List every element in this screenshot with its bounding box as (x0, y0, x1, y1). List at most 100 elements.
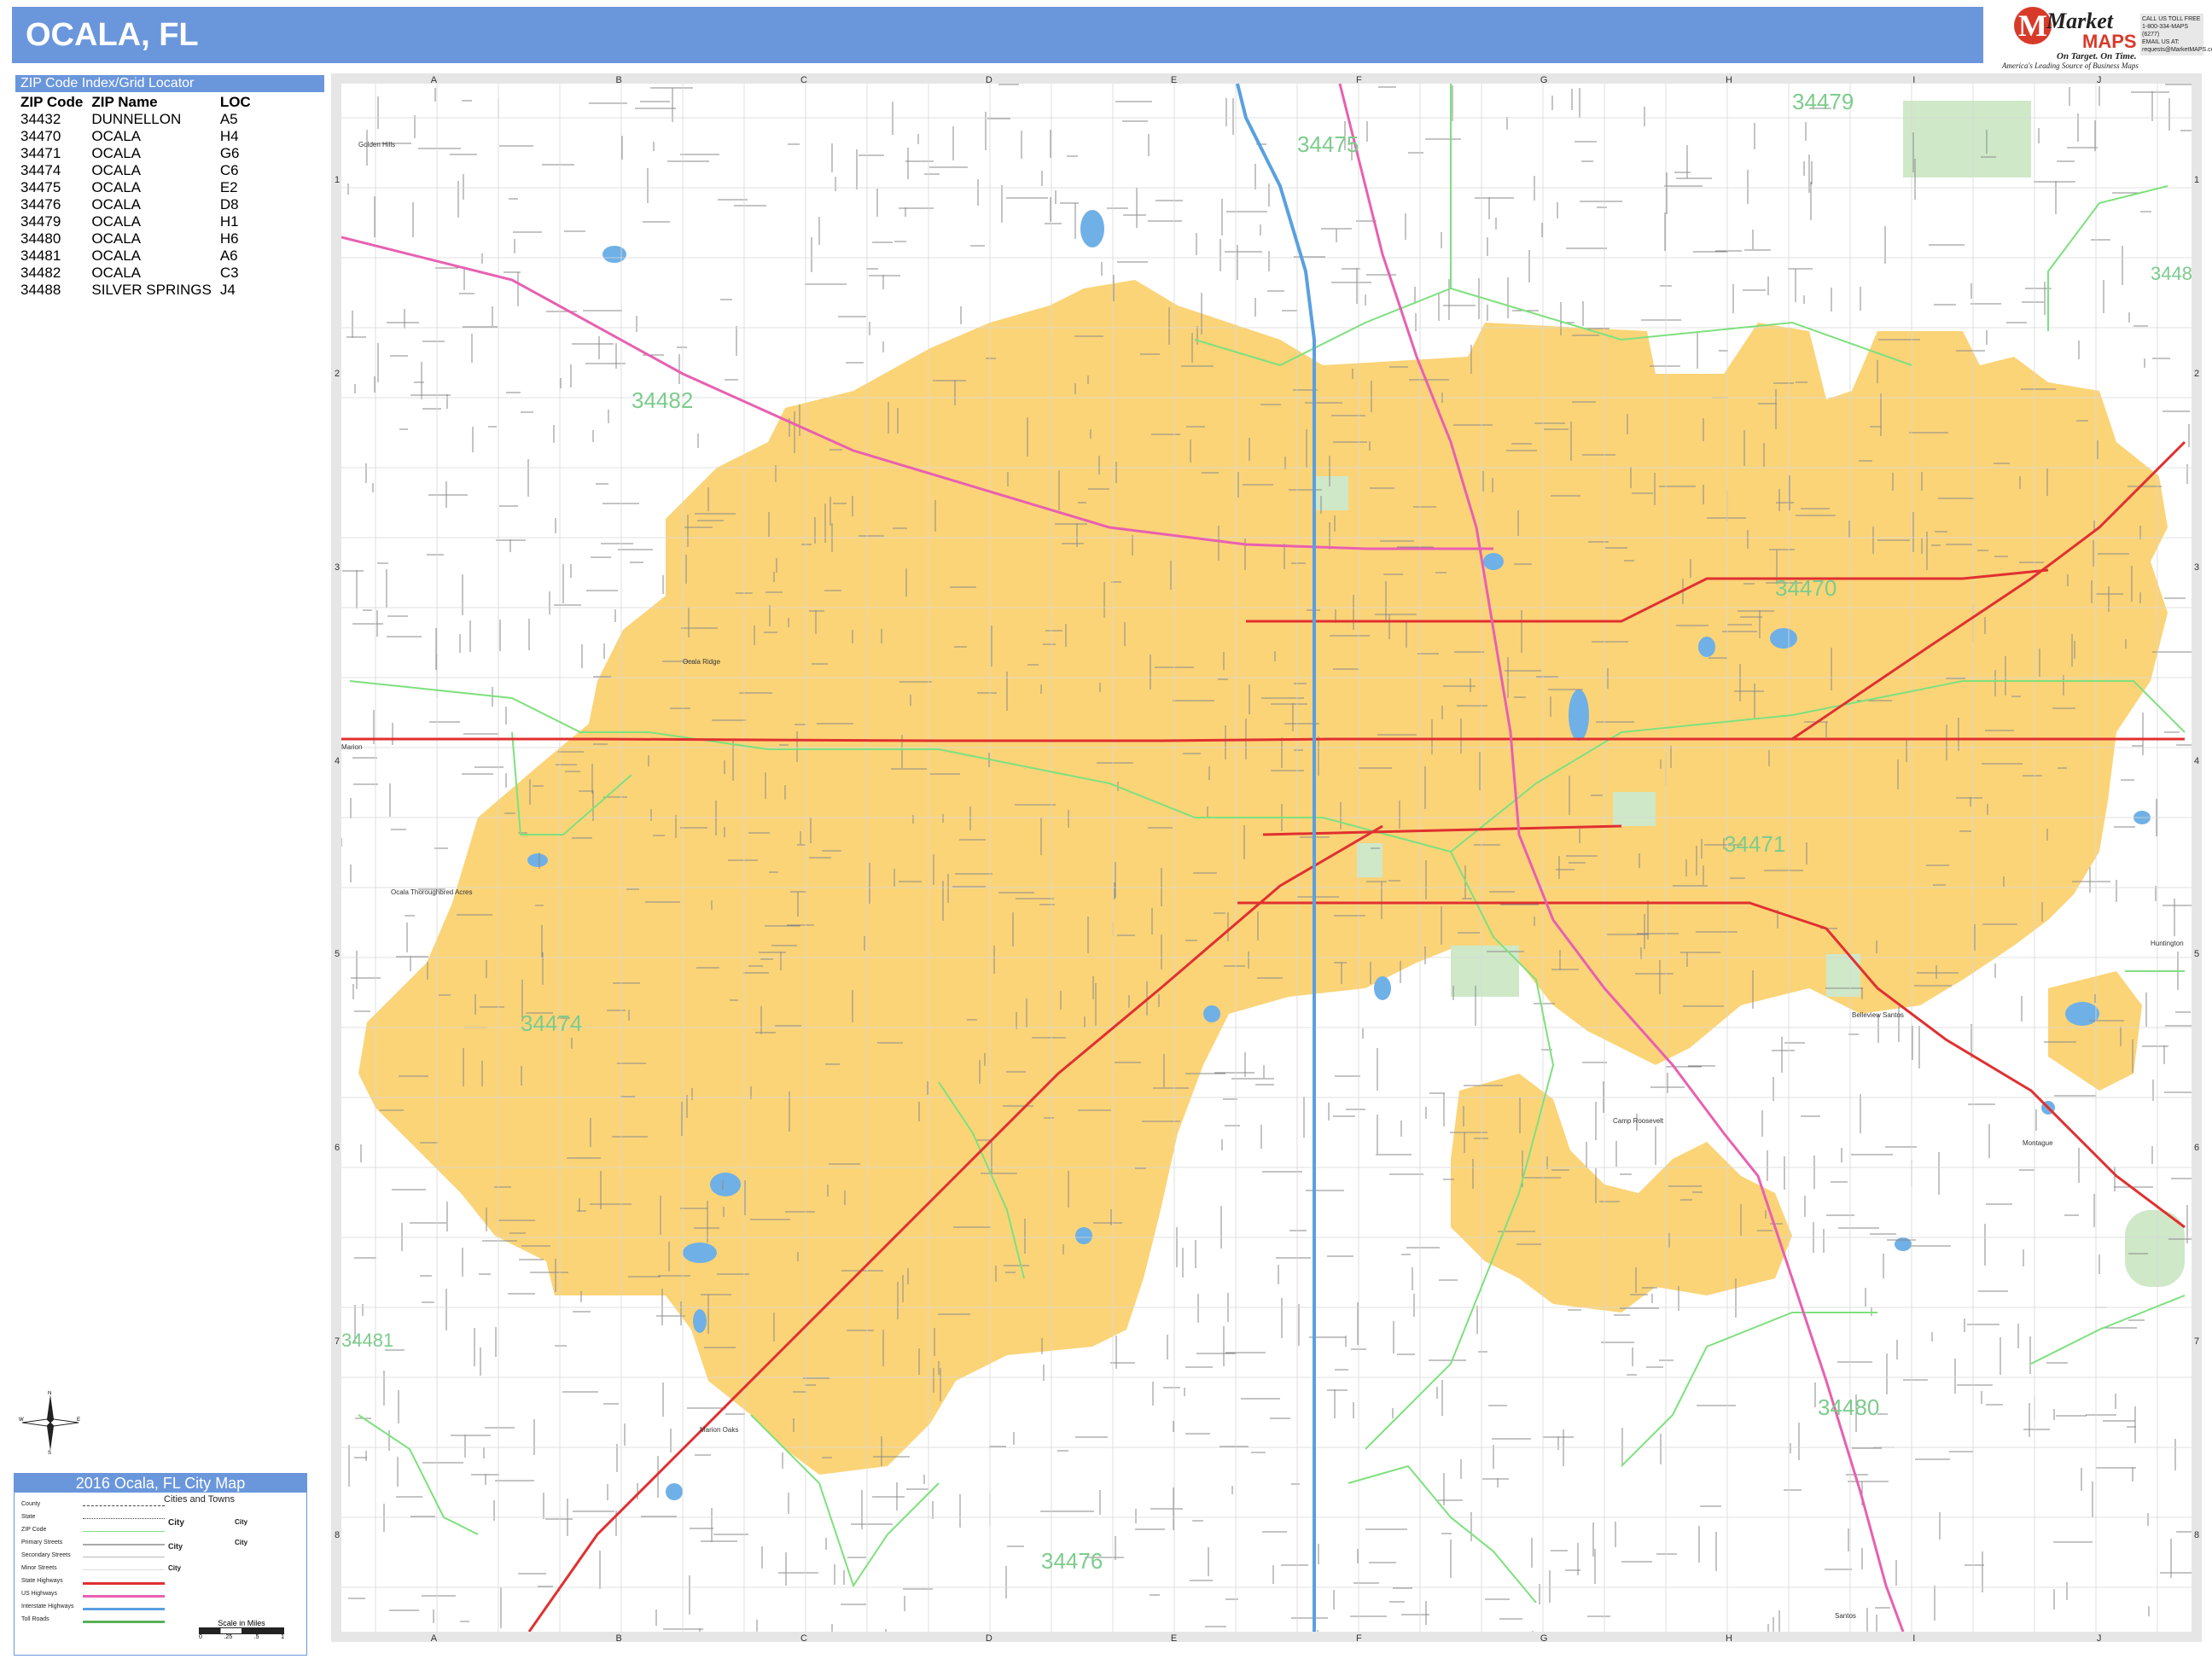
zip-code-cell: 34470 (20, 128, 61, 144)
place-label: Camp Roosevelt (1613, 1117, 1664, 1125)
city-map: 34479 34475 34488 34482 34470 34471 3447… (341, 84, 2192, 1632)
lake (1080, 210, 1104, 247)
city-fill-east (2048, 971, 2142, 1091)
grid-row-label: 1 (2193, 175, 2200, 186)
logo-contact: CALL US TOLL FREE 1-800-334-MAPS (6277) … (2140, 14, 2212, 55)
zip-loc-cell: H1 (219, 213, 239, 230)
city-limits (358, 280, 2168, 1475)
zip-label: 34488 (2151, 263, 2192, 284)
grid-row-label: 4 (2193, 755, 2200, 766)
zip-name-cell: OCALA (91, 265, 142, 281)
zip-index-row: 34488 SILVER SPRINGS J4 (15, 282, 254, 299)
lake (693, 1309, 707, 1333)
zip-code-cell: 34471 (20, 145, 61, 161)
grid-column-label: G (1540, 1633, 1548, 1644)
zip-index-row: 34481 OCALA A6 (15, 247, 254, 265)
zip-loc-cell: D8 (219, 196, 239, 212)
zip-label: 34480 (1818, 1394, 1879, 1420)
grid-column-label: E (1170, 1633, 1178, 1644)
zip-label: 34481 (341, 1330, 393, 1351)
lake (1895, 1237, 1912, 1251)
legend-item-label: ZIP Code (21, 1527, 47, 1533)
zip-index-row: 34432 DUNNELLON A5 (15, 111, 254, 128)
legend-item-symbol (83, 1505, 165, 1506)
zip-boundary (2047, 185, 2168, 331)
lake (666, 1483, 683, 1500)
zip-name-cell: OCALA (91, 128, 142, 144)
place-label: Belleview Santos (1852, 1011, 1904, 1019)
grid-row-label: 3 (2193, 562, 2200, 573)
lake (1698, 637, 1715, 657)
zip-code-cell: 34482 (20, 265, 61, 281)
col-zip-name: ZIP Name (91, 94, 158, 110)
legend-item-symbol (83, 1518, 165, 1519)
zip-index-row: 34480 OCALA H6 (15, 230, 254, 247)
place-label: Marion (341, 743, 362, 751)
legend-item-symbol (83, 1595, 165, 1598)
compass-rose-icon: N S E W (19, 1391, 80, 1454)
place-label: Huntington (2151, 940, 2184, 947)
zip-boundary (2030, 1295, 2186, 1365)
legend-item-symbol (83, 1544, 165, 1545)
compass-s: S (48, 1451, 51, 1454)
grid-column-label: J (2096, 1633, 2102, 1644)
grid-column-label: H (1726, 1633, 1732, 1644)
place-label: Ocala Ridge (683, 658, 721, 666)
park (1613, 792, 1656, 826)
compass-e: E (77, 1417, 80, 1423)
legend-city-sample: City (168, 1564, 182, 1572)
zip-loc-cell: C3 (219, 265, 239, 281)
logo-tagline: America's Leading Source of Business Map… (2002, 61, 2139, 70)
zip-loc-cell: H6 (219, 230, 239, 247)
lake (710, 1173, 741, 1196)
zip-code-cell: 34480 (20, 230, 61, 247)
zip-boundary (1621, 1312, 1877, 1467)
zip-loc-cell: C6 (219, 162, 239, 178)
scale-bar (199, 1627, 284, 1634)
map-title: OCALA, FL (26, 17, 199, 53)
zip-loc-cell: A6 (219, 247, 238, 264)
grid-row-label: 6 (2193, 1143, 2200, 1154)
legend-item-symbol (83, 1621, 165, 1623)
legend-item-symbol (83, 1608, 165, 1610)
contact-line: requests@MarketMAPS.com (2142, 47, 2212, 53)
map-area[interactable]: 34479 34475 34488 34482 34470 34471 3447… (341, 84, 2192, 1632)
legend-item-label: Interstate Highways (21, 1604, 74, 1610)
legend-item-label: State Highways (21, 1578, 63, 1584)
city-fill-area (358, 280, 2168, 1475)
col-loc: LOC (219, 94, 251, 110)
contact-line: EMAIL US AT: (2142, 39, 2180, 45)
compass-w: W (19, 1417, 24, 1423)
scale-title: Scale in Miles (218, 1619, 265, 1627)
zip-loc-cell: E2 (219, 179, 238, 195)
place-label: Montague (2023, 1139, 2053, 1147)
lake (527, 853, 548, 867)
compass-west-arrow (21, 1418, 51, 1427)
zip-code-cell: 34475 (20, 179, 61, 195)
zip-code-cell: 34474 (20, 162, 61, 178)
place-label: Marion Oaks (700, 1426, 738, 1434)
zip-index-row: 34475 OCALA E2 (15, 179, 254, 196)
city-fill-south (1451, 1074, 1792, 1313)
legend-item-label: Primary Streets (21, 1540, 63, 1545)
legend-item-label: State (21, 1514, 36, 1520)
lake (1203, 1005, 1220, 1022)
legend-scale-bar: Scale in Miles 0 .25 .5 1 (199, 1619, 284, 1640)
zip-code-cell: 34488 (20, 282, 61, 298)
grid-row-label: 8 (2193, 1529, 2200, 1540)
legend-item-symbol (83, 1531, 165, 1532)
logo-name-bottom: MAPS (2082, 31, 2137, 52)
legend-city-sample: City (168, 1542, 183, 1551)
zip-code-cell: 34481 (20, 247, 61, 264)
grid-row-label: 5 (2193, 949, 2200, 960)
legend-item-label: Minor Streets (21, 1565, 57, 1571)
zip-name-cell: OCALA (91, 145, 142, 161)
legend-item-label: County (21, 1501, 41, 1507)
zip-index-row: 34476 OCALA D8 (15, 196, 254, 213)
zip-name-cell: SILVER SPRINGS (91, 282, 212, 298)
grid-column-label: A (430, 1633, 438, 1644)
zip-name-cell: OCALA (91, 247, 142, 264)
zip-name-cell: OCALA (91, 162, 142, 178)
grid-row-label: 7 (2193, 1336, 2200, 1347)
park (1314, 476, 1348, 510)
